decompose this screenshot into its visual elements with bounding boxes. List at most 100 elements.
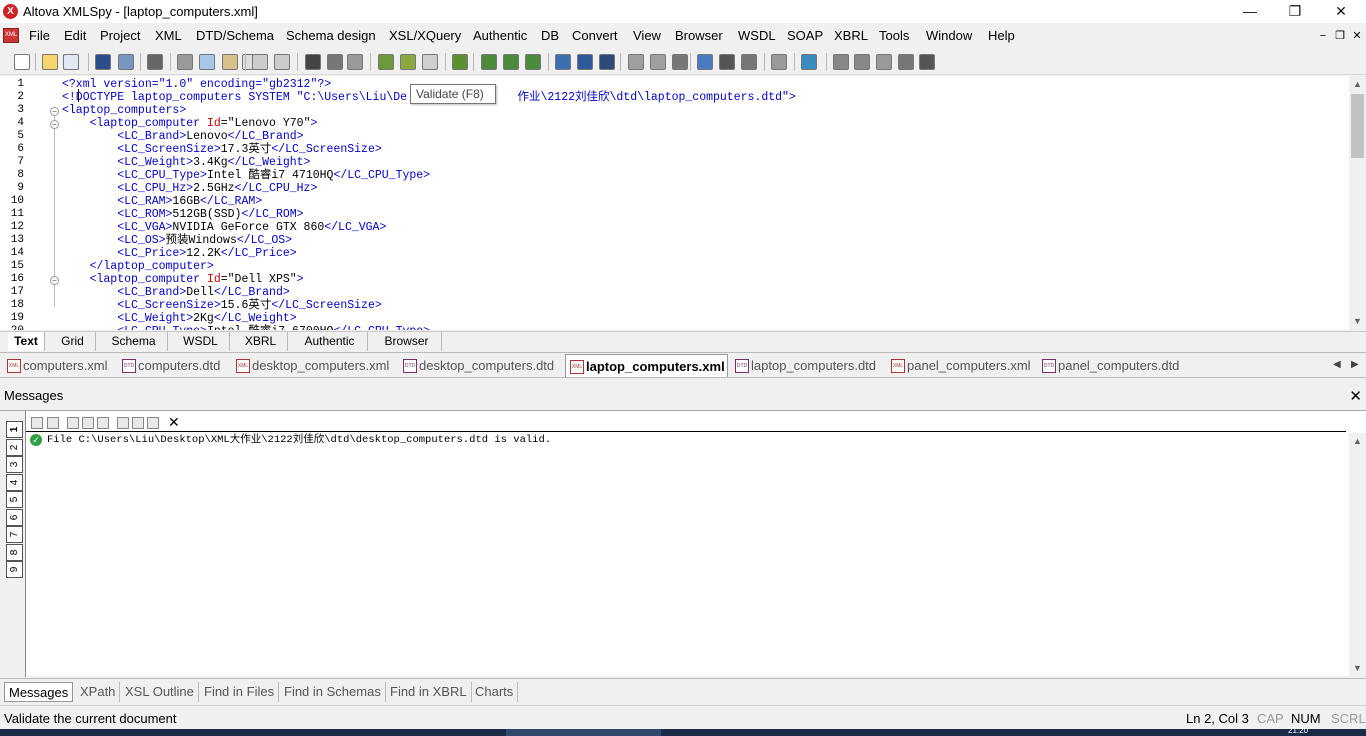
- find-next-message-icon[interactable]: [132, 417, 144, 429]
- scroll-down-icon[interactable]: ▼: [1349, 660, 1366, 677]
- fold-toggle-icon[interactable]: −: [50, 107, 59, 116]
- output-tab-xsl-outline[interactable]: XSL Outline: [121, 682, 199, 702]
- save-all-icon[interactable]: [118, 54, 134, 70]
- menu-soap[interactable]: SOAP: [787, 28, 823, 43]
- code-line[interactable]: <LC_ROM>512GB(SSD)</LC_ROM>: [62, 208, 303, 221]
- code-line[interactable]: <LC_CPU_Hz>2.5GHz</LC_CPU_Hz>: [62, 182, 317, 195]
- mdi-close-button[interactable]: ✕: [1350, 29, 1364, 43]
- menu-xsl-xquery[interactable]: XSL/XQuery: [389, 28, 461, 43]
- bookmark-icon[interactable]: [771, 54, 787, 70]
- generate-dtd-icon[interactable]: [628, 54, 644, 70]
- text-view-icon[interactable]: [555, 54, 571, 70]
- clear-bookmarks-icon[interactable]: [876, 54, 892, 70]
- code-line[interactable]: <laptop_computer Id="Dell XPS">: [62, 273, 304, 286]
- code-line[interactable]: <LC_CPU_Type>Intel 酷睿i7 6700HQ</LC_CPU_T…: [62, 325, 430, 330]
- maximize-button[interactable]: ❐: [1272, 0, 1318, 23]
- spellcheck-icon[interactable]: [452, 54, 468, 70]
- message-page-tab[interactable]: 3: [6, 456, 23, 473]
- assign-schema-icon[interactable]: [650, 54, 666, 70]
- tab-scroll-left-icon[interactable]: ◀: [1333, 359, 1341, 370]
- output-tab-charts[interactable]: Charts: [471, 682, 519, 702]
- output-tab-find-in-files[interactable]: Find in Files: [200, 682, 280, 702]
- message-page-tab[interactable]: 5: [6, 491, 23, 508]
- indent-icon[interactable]: [719, 54, 735, 70]
- menu-help[interactable]: Help: [988, 28, 1015, 43]
- menu-xml[interactable]: XML: [155, 28, 182, 43]
- view-tab-browser[interactable]: Browser: [372, 332, 442, 351]
- text-editor[interactable]: 1234567891011121314151617181920 − − − <?…: [0, 76, 1366, 330]
- code-line[interactable]: </laptop_computer>: [62, 260, 214, 273]
- menu-edit[interactable]: Edit: [64, 28, 86, 43]
- code-line[interactable]: <LC_Weight>2Kg</LC_Weight>: [62, 312, 296, 325]
- messages-vertical-scrollbar[interactable]: ▲ ▼: [1349, 433, 1366, 677]
- document-tab[interactable]: XML laptop_computers.xml: [565, 354, 728, 377]
- clear-messages-icon[interactable]: ✕: [168, 414, 180, 431]
- copy-icon[interactable]: [199, 54, 215, 70]
- mdi-restore-button[interactable]: ❐: [1333, 29, 1347, 43]
- new-icon[interactable]: [14, 54, 30, 70]
- save-icon[interactable]: [95, 54, 111, 70]
- message-page-tab[interactable]: 2: [6, 438, 23, 456]
- redo-icon[interactable]: [274, 54, 290, 70]
- menu-dtd-schema[interactable]: DTD/Schema: [196, 28, 274, 43]
- code-line[interactable]: <LC_ScreenSize>15.6英寸</LC_ScreenSize>: [62, 299, 382, 312]
- mdi-minimize-button[interactable]: −: [1316, 29, 1330, 43]
- copy-selected-icon[interactable]: [97, 417, 109, 429]
- code-line[interactable]: <LC_Brand>Dell</LC_Brand>: [62, 286, 290, 299]
- next-message-icon[interactable]: [31, 417, 43, 429]
- menu-window[interactable]: Window: [926, 28, 972, 43]
- document-tab[interactable]: XML computers.xml: [3, 354, 115, 377]
- messages-close-icon[interactable]: ✕: [1349, 387, 1362, 405]
- check-well-formed-icon[interactable]: [378, 54, 394, 70]
- menu-authentic[interactable]: Authentic: [473, 28, 527, 43]
- code-line[interactable]: <LC_CPU_Type>Intel 酷睿i7 4710HQ</LC_CPU_T…: [62, 169, 430, 182]
- xsl-fo-icon[interactable]: [503, 54, 519, 70]
- fold-toggle-icon[interactable]: −: [50, 120, 59, 129]
- db-icon[interactable]: [599, 54, 615, 70]
- view-tab-grid[interactable]: Grid: [50, 332, 96, 351]
- undo-icon[interactable]: [252, 54, 268, 70]
- prev-message-icon[interactable]: [47, 417, 59, 429]
- open-icon[interactable]: [42, 54, 58, 70]
- find-icon[interactable]: [305, 54, 321, 70]
- comment-icon[interactable]: [741, 54, 757, 70]
- cut-icon[interactable]: [177, 54, 193, 70]
- next-bookmark-icon[interactable]: [833, 54, 849, 70]
- scroll-up-icon[interactable]: ▲: [1349, 76, 1366, 93]
- menu-project[interactable]: Project: [100, 28, 140, 43]
- scroll-up-icon[interactable]: ▲: [1349, 433, 1366, 450]
- tab-scroll-right-icon[interactable]: ▶: [1351, 359, 1359, 370]
- view-tab-schema[interactable]: Schema: [100, 332, 168, 351]
- grid-view-icon[interactable]: [577, 54, 593, 70]
- code-line[interactable]: <laptop_computer Id="Lenovo Y70">: [62, 117, 318, 130]
- replace-icon[interactable]: [347, 54, 363, 70]
- output-tab-xpath[interactable]: XPath: [76, 682, 121, 702]
- menu-tools[interactable]: Tools: [879, 28, 909, 43]
- code-line[interactable]: <LC_ScreenSize>17.3英寸</LC_ScreenSize>: [62, 143, 382, 156]
- show-whitespace-icon[interactable]: [919, 54, 935, 70]
- xquery-icon[interactable]: [525, 54, 541, 70]
- message-page-tab[interactable]: 7: [6, 526, 23, 543]
- view-tab-wsdl[interactable]: WSDL: [172, 332, 230, 351]
- xsl-transform-icon[interactable]: [481, 54, 497, 70]
- code-line[interactable]: <?xml version="1.0" encoding="gb2312"?>: [62, 78, 331, 91]
- code-line[interactable]: <LC_OS>预装Windows</LC_OS>: [62, 234, 292, 247]
- toggle-bookmark-icon[interactable]: [801, 54, 817, 70]
- code-line[interactable]: <laptop_computers>: [62, 104, 186, 117]
- message-page-tab[interactable]: 1: [6, 421, 23, 438]
- editor-vertical-scrollbar[interactable]: ▲ ▼: [1349, 76, 1366, 330]
- document-tab[interactable]: XML panel_computers.xml: [887, 354, 1036, 377]
- menu-schema-design[interactable]: Schema design: [286, 28, 376, 43]
- view-tab-authentic[interactable]: Authentic: [292, 332, 368, 351]
- code-line[interactable]: <LC_Price>12.2K</LC_Price>: [62, 247, 296, 260]
- document-tab[interactable]: DTD laptop_computers.dtd: [731, 354, 885, 377]
- copy-message-icon[interactable]: [67, 417, 79, 429]
- xml-schema-icon[interactable]: [422, 54, 438, 70]
- print-icon[interactable]: [147, 54, 163, 70]
- menu-view[interactable]: View: [633, 28, 661, 43]
- document-tab[interactable]: XML desktop_computers.xml: [232, 354, 397, 377]
- scroll-down-icon[interactable]: ▼: [1349, 313, 1366, 330]
- menu-convert[interactable]: Convert: [572, 28, 618, 43]
- autocomplete-icon[interactable]: [898, 54, 914, 70]
- output-tab-find-in-xbrl[interactable]: Find in XBRL: [386, 682, 472, 702]
